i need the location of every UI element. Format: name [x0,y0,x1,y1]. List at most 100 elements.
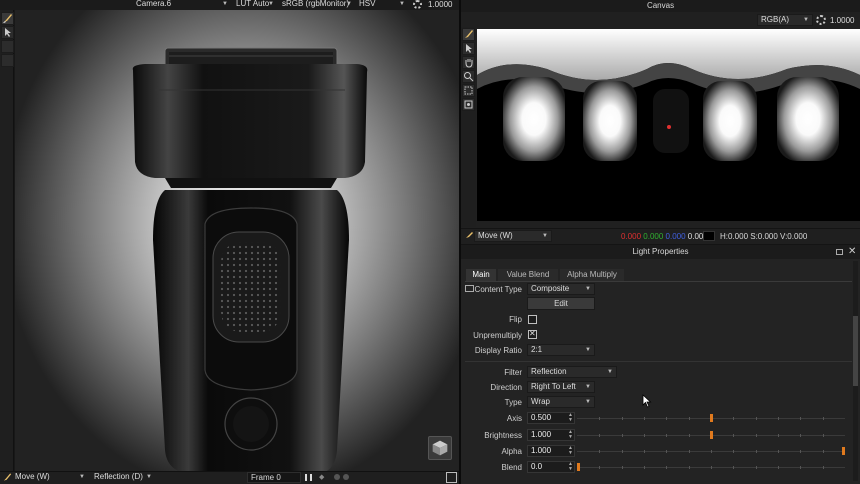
pixel-g-value: 0.000 [643,232,664,241]
tool-slot-4[interactable] [1,54,14,67]
color-mode-select-value: HSV [359,0,376,8]
slider-tick [756,466,757,469]
paint-mode-select-value: Reflection (D) [94,472,143,481]
tab-alpha-multiply[interactable]: Alpha Multiply [560,269,624,281]
slider-handle[interactable] [577,463,580,471]
slider-tick [823,466,824,469]
select-tool[interactable] [1,26,14,39]
edit-button[interactable]: Edit [527,297,595,310]
slider-tick [733,450,734,453]
spinner-icon[interactable]: ▲ ▼ [568,413,573,423]
unpremultiply-checkbox[interactable]: ✕ [528,329,537,339]
content-type-value: Composite [531,284,570,293]
blend-field[interactable]: 0.0 ▲ ▼ [527,461,575,473]
filter-value: Reflection [531,367,567,376]
axis-value: 0.500 [531,413,552,422]
slider-tick [666,450,667,453]
axis-field[interactable]: 0.500 ▲ ▼ [527,412,575,424]
blend-slider[interactable] [577,461,845,473]
canvas-tool-select[interactable]: Move (W) ▼ [474,230,552,242]
gear-icon[interactable] [816,15,826,25]
direction-select[interactable]: Right To Left ▼ [527,381,595,393]
transform-tool[interactable] [462,98,475,111]
exposure-value[interactable]: 1.0000 [428,0,452,9]
spinner-icon[interactable]: ▲ ▼ [568,462,573,472]
slider-tick [778,450,779,453]
canvas-panel: Canvas RGB(A) ▼ 1.0000 Move (W) ▼ 0.000 … [461,0,860,244]
content-type-select[interactable]: Composite ▼ [527,283,595,295]
step-back-icon[interactable]: ◆ [319,473,324,481]
slider-tick [599,450,600,453]
keyframe-next-icon[interactable] [343,474,349,480]
slider-tick [823,417,824,420]
slider-tick [622,434,623,437]
slider-tick [778,417,779,420]
direction-label: Direction [490,383,522,392]
render-view[interactable] [15,10,459,474]
light-properties-title: Light Properties [632,247,689,256]
paint-brush-tool[interactable] [1,12,14,25]
slider-tick [800,466,801,469]
transform-icon [464,100,473,109]
slider-tick [733,466,734,469]
slider-handle[interactable] [710,431,713,439]
brush-icon[interactable] [3,472,12,482]
slider-tick [644,466,645,469]
slider-tick [599,434,600,437]
slider-tick [733,417,734,420]
slider-tick [756,417,757,420]
display-ratio-select[interactable]: 2:1 ▼ [527,344,595,356]
select-tool[interactable] [462,42,475,55]
canvas-exposure-value[interactable]: 1.0000 [830,16,854,25]
spinner-icon[interactable]: ▲ ▼ [568,446,573,456]
chevron-down-icon: ▼ [607,369,613,375]
zoom-tool[interactable] [462,70,475,83]
channel-select[interactable]: RGB(A) ▼ [757,14,813,26]
slider-tick [599,417,600,420]
chevron-down-icon: ▼ [346,1,352,7]
pause-icon[interactable] [305,474,312,481]
axis-slider[interactable] [577,412,845,424]
float-panel-icon[interactable] [836,249,843,255]
slider-tick [689,466,690,469]
shaver-render-image [132,47,368,474]
cursor-arrow-icon [466,44,472,53]
marquee-tool[interactable] [462,84,475,97]
slider-handle[interactable] [710,414,713,422]
section-divider [465,361,852,362]
chevron-down-icon: ▼ [585,399,591,405]
camera-select-value: Camera.6 [136,0,172,8]
type-select[interactable]: Wrap ▼ [527,396,595,408]
close-icon[interactable]: ✕ [848,246,856,257]
paint-brush-tool[interactable] [462,28,475,41]
fullscreen-icon[interactable] [446,472,457,483]
slider-handle[interactable] [842,447,845,455]
gear-icon[interactable] [413,0,422,9]
frame-label: Frame 0 [251,473,281,482]
paint-mode-select[interactable]: Reflection (D) ▼ [91,472,155,484]
move-tool-icon[interactable] [465,231,473,239]
scrollbar[interactable] [853,261,858,481]
slider-tick [622,450,623,453]
viewport-panel: Camera.6 ▼ LUT Auto ▼ sRGB (rgbMonitor) ▼ H… [0,0,459,484]
canvas-title: Canvas [646,1,675,10]
filter-select[interactable]: Reflection ▼ [527,366,617,378]
brightness-field[interactable]: 1.000 ▲ ▼ [527,429,575,441]
frame-field[interactable]: Frame 0 [247,472,301,483]
spinner-icon[interactable]: ▲ ▼ [568,430,573,440]
brightness-slider[interactable] [577,429,845,441]
alpha-field[interactable]: 1.000 ▲ ▼ [527,445,575,457]
hsv-readout: H:0.000 S:0.000 V:0.000 [720,232,808,241]
tab-value-blend[interactable]: Value Blend [498,269,558,281]
tool-slot-3[interactable] [1,40,14,53]
hdr-canvas-image[interactable] [477,29,860,221]
pan-tool[interactable] [462,56,475,69]
slider-tick [778,466,779,469]
alpha-slider[interactable] [577,445,845,457]
navigation-cube-icon[interactable] [428,436,452,460]
flip-checkbox[interactable] [528,315,537,324]
keyframe-icon[interactable] [334,474,340,480]
tool-select[interactable]: Move (W) ▼ [12,472,88,484]
chevron-down-icon: ▼ [585,286,591,292]
tab-main[interactable]: Main [466,269,496,281]
